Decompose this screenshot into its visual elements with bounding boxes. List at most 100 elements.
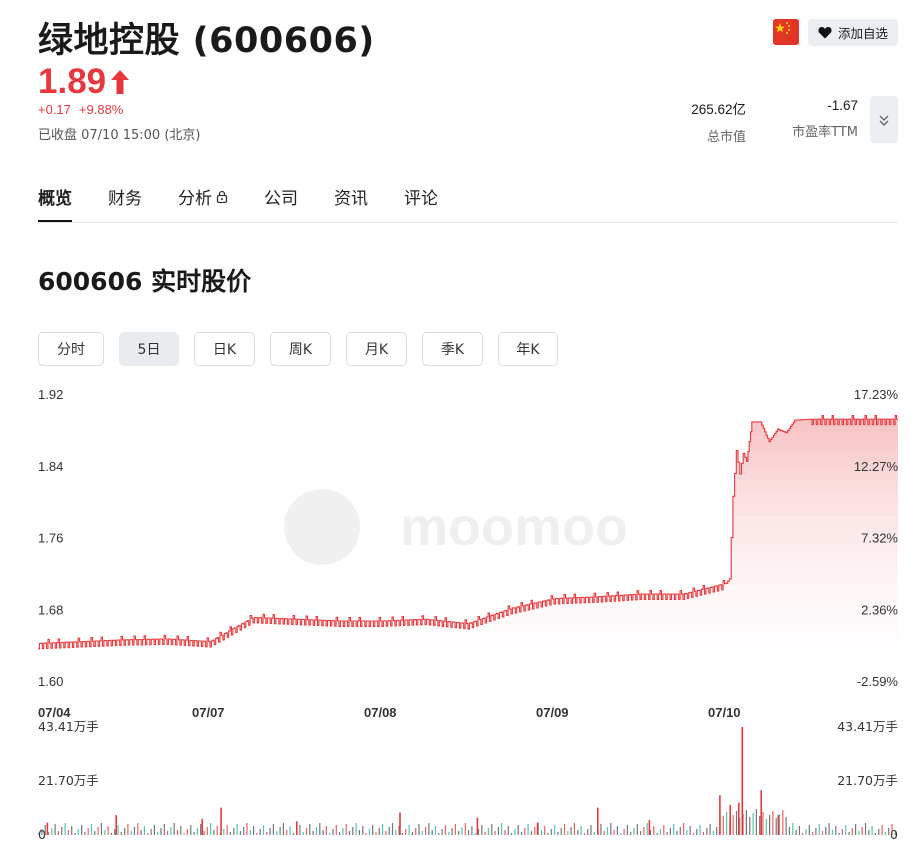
volume-bar: [104, 830, 106, 835]
volume-bar-peak: [760, 790, 762, 835]
volume-bar: [170, 827, 172, 835]
heart-icon: [818, 27, 832, 39]
volume-bar: [236, 824, 238, 835]
volume-bar: [292, 833, 294, 835]
volume-bar: [309, 824, 311, 835]
volume-bar-peak: [115, 815, 117, 835]
metric-value: -1.67: [827, 98, 858, 113]
pct-tick-label: -2.59%: [857, 674, 899, 689]
volume-bar: [114, 829, 116, 835]
volume-bar: [752, 813, 754, 835]
volume-bar: [745, 810, 747, 835]
y-tick-label: 1.84: [38, 459, 63, 474]
period-weekly-k[interactable]: 周K: [270, 332, 331, 366]
arrow-up-icon: [111, 70, 130, 94]
volume-bar: [167, 831, 169, 835]
volume-bar-peak: [729, 805, 731, 835]
volume-bar: [319, 823, 321, 835]
period-yearly-k[interactable]: 年K: [498, 332, 558, 366]
volume-bar: [573, 823, 575, 835]
volume-bar: [44, 825, 46, 835]
tab-news[interactable]: 资讯: [334, 184, 368, 223]
volume-bar: [378, 828, 380, 835]
tab-financials[interactable]: 财务: [108, 184, 142, 223]
period-daily-k[interactable]: 日K: [194, 332, 255, 366]
volume-bar: [147, 833, 149, 835]
volume-bar: [256, 833, 258, 835]
volume-bar: [630, 832, 632, 835]
period-quarterly-k[interactable]: 季K: [422, 332, 483, 366]
volume-bar: [577, 830, 579, 835]
volume-bar: [418, 824, 420, 835]
volume-bar: [792, 823, 794, 835]
metric-value: 265.62亿: [691, 102, 746, 117]
volume-bar: [61, 827, 63, 835]
volume-bar: [249, 830, 251, 835]
volume-bar: [325, 826, 327, 835]
tab-analysis[interactable]: 分析: [178, 184, 228, 223]
volume-bar: [838, 833, 840, 835]
volume-bar: [759, 816, 761, 835]
volume-bar: [706, 828, 708, 835]
volume-bar-peak: [201, 818, 203, 835]
volume-bar: [352, 827, 354, 835]
volume-bar: [563, 824, 566, 835]
chevron-double-down-icon: [879, 115, 889, 126]
volume-bar: [458, 831, 460, 835]
volume-bar-peak: [741, 727, 744, 835]
volume-bar: [802, 833, 804, 835]
volume-bar: [137, 823, 139, 835]
y-tick-label: 1.76: [38, 531, 63, 546]
volume-bar: [375, 832, 377, 835]
volume-bar: [815, 828, 817, 835]
volume-bar: [448, 832, 450, 835]
volume-bar: [391, 823, 394, 835]
tab-company[interactable]: 公司: [264, 184, 298, 223]
volume-bar: [841, 829, 843, 835]
market-status: 已收盘 07/10 15:00 (北京): [38, 128, 201, 143]
volume-bar: [425, 827, 427, 835]
volume-bar: [38, 833, 40, 835]
volume-bar: [107, 826, 109, 835]
volume-bar: [666, 832, 668, 835]
period-intraday[interactable]: 分时: [38, 332, 104, 366]
volume-bar: [57, 831, 59, 835]
volume-bar: [517, 825, 519, 835]
volume-bar: [821, 831, 824, 835]
volume-bar: [494, 831, 496, 835]
volume-bar: [762, 812, 764, 835]
volume-bar: [441, 829, 443, 835]
period-monthly-k[interactable]: 月K: [346, 332, 407, 366]
volume-bar: [408, 825, 410, 835]
volume-bar: [157, 832, 159, 835]
expand-metrics-button[interactable]: [870, 96, 898, 143]
add-to-watchlist-button[interactable]: 添加自选: [808, 19, 898, 46]
volume-bar: [266, 832, 268, 835]
period-5day[interactable]: 5日: [119, 332, 179, 366]
tab-overview[interactable]: 概览: [38, 184, 72, 223]
volume-bar: [805, 829, 807, 835]
volume-bar: [180, 826, 182, 835]
volume-bar: [461, 827, 463, 835]
volume-bar: [511, 833, 513, 835]
tab-comments[interactable]: 评论: [404, 184, 438, 223]
volume-bar: [507, 826, 509, 835]
volume-bar: [385, 831, 387, 835]
volume-bar: [355, 823, 357, 835]
price-chart[interactable]: moomoo 1.92 17.23% 1.84 12.27% 1.76 7.32% 1.68…: [0, 380, 911, 849]
x-tick-label: 07/07: [192, 705, 225, 720]
volume-bar: [606, 827, 609, 835]
volume-bar: [342, 828, 344, 835]
volume-bar: [163, 824, 165, 835]
volume-bar: [646, 823, 648, 835]
volume-bar: [332, 829, 334, 835]
volume-bar: [481, 825, 483, 835]
volume-bar: [825, 827, 827, 835]
y-tick-label: 1.68: [38, 602, 63, 617]
volume-bar: [732, 815, 734, 835]
volume-bar: [497, 827, 499, 835]
volume-bar: [560, 828, 562, 835]
volume-bar: [643, 827, 645, 835]
watch-label: 添加自选: [837, 26, 888, 41]
volume-bar: [302, 832, 304, 835]
